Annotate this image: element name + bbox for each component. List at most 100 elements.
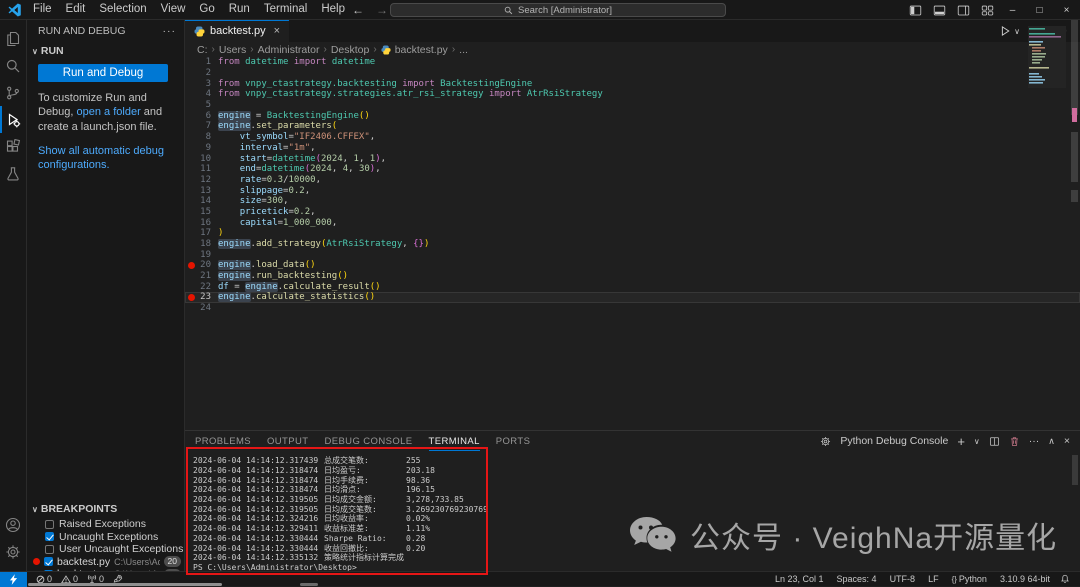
gutter[interactable]: 23 [185,292,218,302]
gutter[interactable]: 17 [185,228,218,238]
line-number[interactable]: 3 [195,79,218,89]
line-number[interactable]: 18 [195,239,218,249]
line-number[interactable]: 10 [195,154,218,164]
gutter[interactable]: 21 [185,271,218,281]
line-number[interactable]: 8 [195,132,218,142]
show-debug-configurations-link[interactable]: Show all automatic debug configurations. [38,144,170,173]
console-selector[interactable]: Python Debug Console [840,435,948,447]
toggle-secondary-sidebar-icon[interactable] [951,0,975,20]
gutter[interactable]: 6 [185,111,218,121]
maximize-panel-icon[interactable]: ∧ [1048,436,1055,447]
panel-tab-ports[interactable]: PORTS [496,431,531,451]
breakpoints-section-header[interactable]: ∨ BREAKPOINTS [27,500,185,518]
menu-file[interactable]: File [26,0,59,20]
run-dropdown-icon[interactable]: ∨ [1014,27,1020,36]
line-number[interactable]: 2 [195,68,218,78]
line-number[interactable]: 7 [195,121,218,131]
gutter[interactable]: 20 [185,260,218,270]
sidebar-more-actions-icon[interactable]: ··· [163,25,177,37]
code-editor[interactable]: 1from datetime import datetime23from vnp… [185,57,1080,430]
line-number[interactable]: 11 [195,164,218,174]
line-number[interactable]: 20 [195,260,218,270]
kill-terminal-icon[interactable] [1009,436,1020,447]
breadcrumb-item[interactable]: ... [459,44,468,56]
line-number[interactable]: 13 [195,186,218,196]
gutter[interactable]: 8 [185,132,218,142]
line-number[interactable]: 24 [195,303,218,313]
line-number[interactable]: 5 [195,100,218,110]
menu-view[interactable]: View [154,0,193,20]
maximize-button[interactable]: □ [1026,0,1053,20]
minimize-button[interactable]: – [999,0,1026,20]
search-view-icon[interactable] [0,52,26,79]
line-number[interactable]: 16 [195,218,218,228]
breadcrumb-item[interactable]: backtest.py [395,44,448,56]
testing-icon[interactable] [0,160,26,187]
gutter[interactable]: 11 [185,164,218,174]
settings-gear-icon[interactable] [0,538,26,565]
run-section-header[interactable]: ∨ RUN [27,42,184,60]
line-number[interactable]: 14 [195,196,218,206]
panel-more-actions-icon[interactable]: ··· [1029,435,1040,447]
menu-edit[interactable]: Edit [59,0,93,20]
toggle-panel-icon[interactable] [927,0,951,20]
menu-run[interactable]: Run [222,0,257,20]
gutter[interactable]: 9 [185,143,218,153]
line-number[interactable]: 1 [195,57,218,67]
breadcrumb-item[interactable]: Administrator [258,44,320,56]
open-folder-link[interactable]: open a folder [77,106,141,118]
menu-help[interactable]: Help [314,0,352,20]
panel-tab-terminal[interactable]: TERMINAL [429,431,480,451]
customize-layout-icon[interactable] [975,0,999,20]
tab-close-icon[interactable]: × [274,25,280,37]
breakpoint-file-row[interactable]: backtest.pyC:\Users\Administra...20 [27,556,185,569]
breadcrumb-item[interactable]: Desktop [331,44,370,56]
gutter[interactable]: 7 [185,121,218,131]
terminal-scrollbar[interactable] [1072,455,1078,485]
line-number[interactable]: 4 [195,89,218,99]
gutter[interactable]: 4 [185,89,218,99]
gutter[interactable]: 5 [185,100,218,110]
gutter[interactable]: 24 [185,303,218,313]
toggle-sidebar-icon[interactable] [903,0,927,20]
run-and-debug-icon[interactable] [0,106,26,133]
gutter[interactable]: 3 [185,79,218,89]
gutter[interactable]: 22 [185,282,218,292]
editor-scrollbar[interactable] [1070,20,1079,393]
menu-selection[interactable]: Selection [92,0,153,20]
gutter[interactable]: 10 [185,154,218,164]
gutter[interactable]: 18 [185,239,218,249]
gutter[interactable]: 1 [185,57,218,67]
line-number[interactable]: 23 [195,292,218,302]
tab-backtest-py[interactable]: backtest.py × [185,20,289,42]
line-number[interactable]: 22 [195,282,218,292]
panel-tab-output[interactable]: OUTPUT [267,431,308,451]
panel-tab-debug-console[interactable]: DEBUG CONSOLE [324,431,412,451]
explorer-icon[interactable] [0,25,26,52]
split-terminal-icon[interactable] [989,436,1000,447]
gutter[interactable]: 2 [185,68,218,78]
menu-go[interactable]: Go [192,0,221,20]
line-number[interactable]: 21 [195,271,218,281]
panel-tab-problems[interactable]: PROBLEMS [195,431,251,451]
gutter[interactable]: 13 [185,186,218,196]
line-number[interactable]: 9 [195,143,218,153]
new-terminal-icon[interactable]: + [957,434,965,449]
source-control-icon[interactable] [0,79,26,106]
checkbox[interactable] [44,557,53,566]
close-panel-icon[interactable]: × [1064,435,1070,447]
menu-terminal[interactable]: Terminal [257,0,314,20]
gutter[interactable]: 14 [185,196,218,206]
line-number[interactable]: 17 [195,228,218,238]
nav-back-icon[interactable]: ← [352,3,364,17]
checkbox[interactable] [45,532,54,541]
breadcrumb-item[interactable]: Users [219,44,246,56]
run-python-file-icon[interactable] [999,25,1011,37]
account-icon[interactable] [0,511,26,538]
minimap[interactable] [1028,26,1066,88]
terminal-dropdown-icon[interactable]: ∨ [974,437,980,446]
extensions-icon[interactable] [0,133,26,160]
gutter[interactable]: 12 [185,175,218,185]
command-search-input[interactable]: Search [Administrator] [390,3,726,17]
line-number[interactable]: 19 [195,250,218,260]
